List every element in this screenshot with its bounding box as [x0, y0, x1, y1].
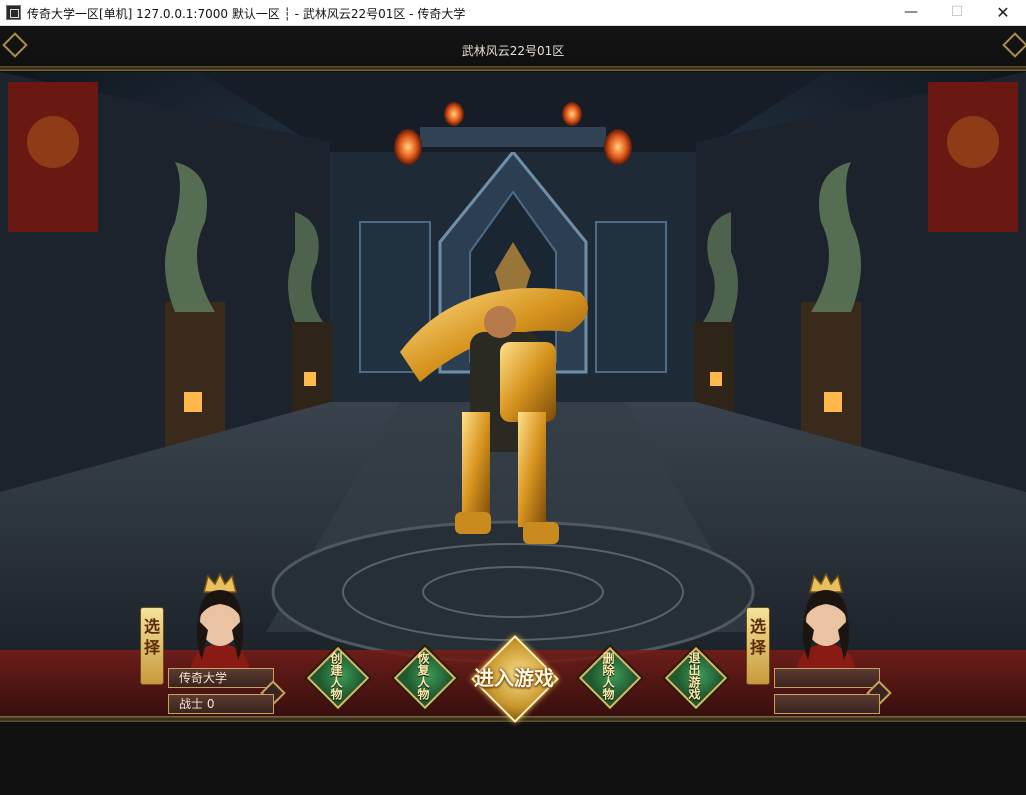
exit-game-button[interactable]: 退出游戏: [664, 646, 728, 710]
character-portrait-right: [796, 590, 856, 677]
create-character-label: 创建人物: [329, 652, 343, 700]
character-portrait-left: [190, 590, 250, 677]
window-title: 传奇大学一区[单机] 127.0.0.1:7000 默认一区 ┆ - 武林风云2…: [27, 7, 466, 21]
exit-game-label: 退出游戏: [687, 652, 701, 700]
select-character-tab-right[interactable]: 选择: [746, 607, 770, 685]
frame-corner-ornament-right: [1000, 26, 1026, 66]
restore-character-label: 恢复人物: [416, 652, 430, 700]
character-name-plate-right: [774, 668, 880, 688]
character-class-plate-left: 战士 0: [168, 694, 274, 714]
character-slot-right[interactable]: 选择: [746, 572, 906, 722]
character-name-plate-left: 传奇大学: [168, 668, 274, 688]
character-class-plate-right: [774, 694, 880, 714]
select-character-tab-left[interactable]: 选择: [140, 607, 164, 685]
restore-character-button[interactable]: 恢复人物: [393, 646, 457, 710]
minimize-button[interactable]: —: [888, 0, 934, 25]
delete-character-label: 删除人物: [601, 652, 615, 700]
enter-game-label: 进入游戏: [474, 666, 554, 690]
window-titlebar: 传奇大学一区[单机] 127.0.0.1:7000 默认一区 ┆ - 武林风云2…: [0, 0, 1026, 26]
header-divider: [0, 66, 1026, 71]
app-icon: [6, 5, 21, 20]
character-slot-left[interactable]: 选择 传奇大学 战士 0: [140, 572, 300, 722]
maximize-button[interactable]: ☐: [934, 0, 980, 25]
game-header: 武林风云22号01区: [0, 26, 1026, 72]
frame-corner-ornament-left: [0, 26, 26, 66]
close-button[interactable]: ✕: [980, 0, 1026, 25]
server-name: 武林风云22号01区: [461, 44, 565, 58]
game-footer: [0, 722, 1026, 795]
enter-game-button[interactable]: 进入游戏: [471, 635, 559, 723]
create-character-button[interactable]: 创建人物: [306, 646, 370, 710]
delete-character-button[interactable]: 删除人物: [578, 646, 642, 710]
